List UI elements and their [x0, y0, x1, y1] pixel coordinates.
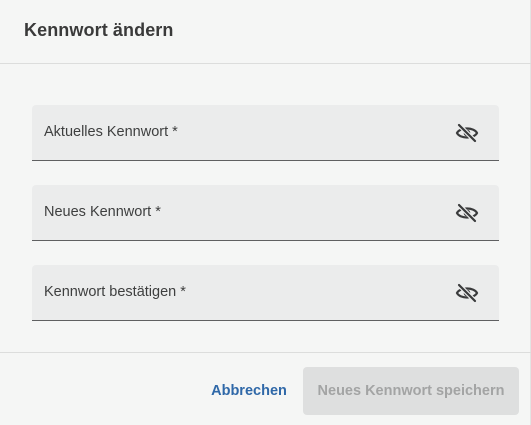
confirm-password-label: Kennwort bestätigen * — [44, 284, 186, 300]
confirm-password-field[interactable]: Kennwort bestätigen * — [32, 265, 499, 321]
cancel-button[interactable]: Abbrechen — [201, 367, 297, 415]
new-password-label: Neues Kennwort * — [44, 204, 161, 220]
save-new-password-button[interactable]: Neues Kennwort speichern — [303, 367, 519, 415]
dialog-header: Kennwort ändern — [0, 0, 531, 64]
change-password-dialog: Kennwort ändern Aktuelles Kennwort * Neu… — [0, 0, 531, 425]
eye-off-icon[interactable] — [455, 282, 479, 304]
current-password-field[interactable]: Aktuelles Kennwort * — [32, 105, 499, 161]
eye-off-icon[interactable] — [455, 122, 479, 144]
dialog-title: Kennwort ändern — [24, 20, 174, 40]
dialog-footer: Abbrechen Neues Kennwort speichern — [0, 352, 531, 425]
new-password-field[interactable]: Neues Kennwort * — [32, 185, 499, 241]
eye-off-icon[interactable] — [455, 202, 479, 224]
current-password-label: Aktuelles Kennwort * — [44, 124, 178, 140]
